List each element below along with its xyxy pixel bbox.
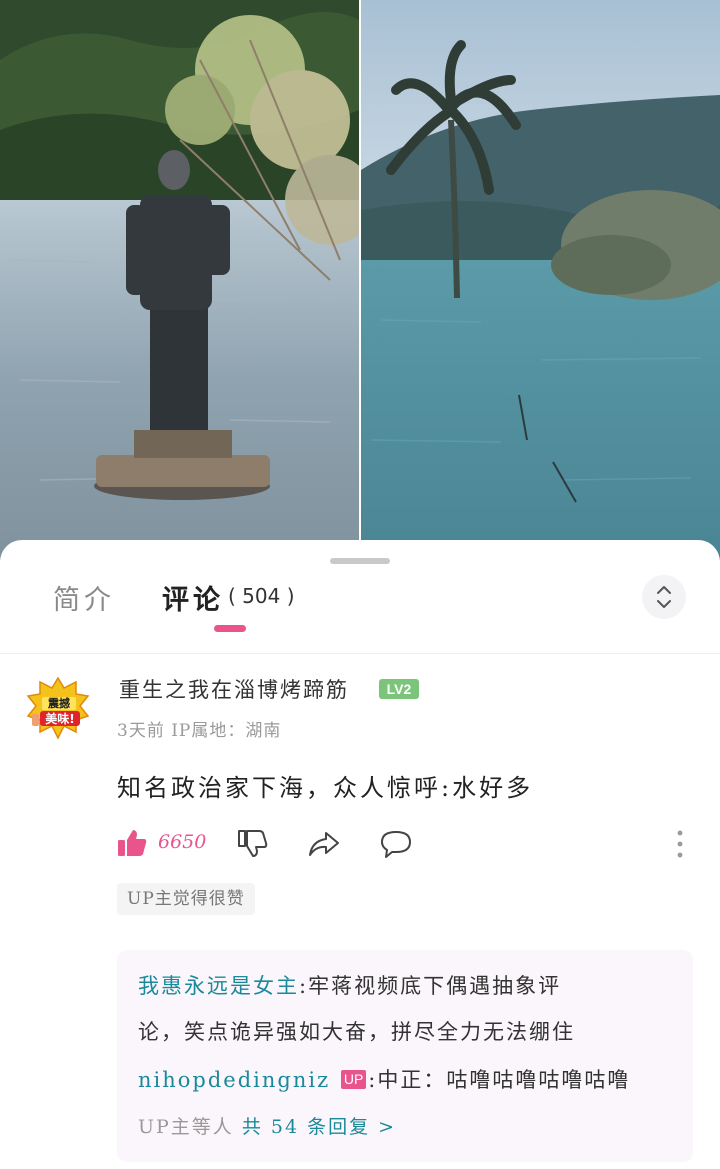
active-tab-indicator — [214, 625, 246, 632]
reply-item[interactable]: nihopdedingniz UP:中正：咕噜咕噜咕噜咕噜 — [138, 1064, 630, 1094]
like-count: 6650 — [158, 831, 207, 853]
comment-meta: 3天前 IP属地：湖南 — [117, 721, 282, 741]
thumb-down-icon[interactable] — [236, 827, 268, 859]
avatar[interactable]: 震撼 美味! — [26, 676, 90, 740]
replies-footer-prefix: UP主等人 — [138, 1116, 234, 1138]
svg-text:美味!: 美味! — [45, 711, 74, 726]
tab-intro[interactable]: 简介 — [53, 578, 115, 617]
comment-content[interactable]: 知名政治家下海，众人惊呼:水好多 — [117, 768, 533, 803]
replies-footer: UP主等人 共 54 条回复 > — [138, 1112, 396, 1139]
tab-divider — [0, 653, 720, 654]
comment-username[interactable]: 重生之我在淄博烤蹄筋 — [119, 674, 349, 704]
reply-item[interactable]: 我惠永远是女主:牢蒋视频底下偶遇抽象评 — [138, 970, 561, 1000]
svg-text:LV2: LV2 — [387, 681, 412, 697]
reply-text: :中正：咕噜咕噜咕噜咕噜 — [368, 1068, 631, 1092]
tab-bar: 简介 评论 ( 504 ) — [0, 570, 720, 660]
share-icon[interactable] — [308, 829, 340, 859]
comments-count: ( 504 ) — [228, 584, 295, 608]
video-player[interactable] — [0, 0, 720, 560]
sort-button[interactable] — [642, 575, 686, 619]
reply-text: :牢蒋视频底下偶遇抽象评 — [299, 974, 562, 998]
comment-actions: 6650 — [0, 825, 720, 865]
level-badge: LV2 — [379, 679, 419, 699]
reply-username[interactable]: nihopdedingniz — [138, 1068, 330, 1092]
sheet-drag-handle[interactable] — [330, 558, 390, 564]
thumb-up-icon[interactable] — [116, 827, 148, 859]
video-frame-palm — [361, 0, 720, 560]
replies-preview[interactable]: 我惠永远是女主:牢蒋视频底下偶遇抽象评 论，笑点诡异强如大奋，拼尽全力无法绷住 … — [117, 950, 693, 1162]
svg-text:震撼: 震撼 — [47, 696, 70, 710]
tab-comments[interactable]: 评论 — [162, 578, 224, 617]
reply-username[interactable]: 我惠永远是女主 — [138, 974, 299, 998]
comment-bubble-icon[interactable] — [380, 829, 412, 859]
more-vertical-icon[interactable] — [672, 827, 688, 861]
video-frame-statue — [0, 0, 359, 560]
reply-text-continued: 论，笑点诡异强如大奋，拼尽全力无法绷住 — [138, 1020, 575, 1044]
view-all-replies-link[interactable]: 共 54 条回复 > — [242, 1116, 396, 1138]
up-liked-tag: UP主觉得很赞 — [117, 883, 255, 915]
up-badge: UP — [340, 1070, 367, 1089]
comments-sheet: 简介 评论 ( 504 ) 震撼 美味! 重生之我在淄博烤蹄筋 LV2 3天前 … — [0, 540, 720, 1169]
sort-updown-icon — [657, 586, 671, 608]
